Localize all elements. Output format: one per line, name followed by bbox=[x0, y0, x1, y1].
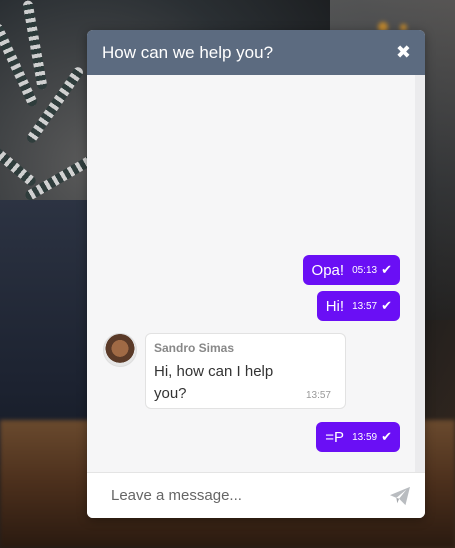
close-icon[interactable]: ✖ bbox=[396, 43, 411, 62]
chat-header: How can we help you? ✖ bbox=[87, 30, 425, 75]
chat-footer bbox=[87, 472, 425, 518]
chat-widget: How can we help you? ✖ Opa! 05:13 ✔ Hi! … bbox=[87, 30, 425, 518]
outgoing-message: Opa! 05:13 ✔ bbox=[302, 255, 400, 285]
message-input[interactable] bbox=[111, 487, 389, 504]
outgoing-message: =P 13:59 ✔ bbox=[316, 422, 400, 452]
message-time: 13:59 bbox=[352, 431, 378, 443]
message-list[interactable]: Opa! 05:13 ✔ Hi! 13:57 ✔ Sandro Simas Hi… bbox=[87, 75, 425, 472]
check-icon: ✔ bbox=[381, 298, 392, 314]
check-icon: ✔ bbox=[381, 429, 392, 445]
message-time: 13:57 bbox=[352, 300, 378, 312]
message-text: Opa! bbox=[311, 261, 345, 279]
sender-name: Sandro Simas bbox=[154, 341, 235, 355]
send-icon[interactable] bbox=[389, 486, 411, 506]
message-text: Hi! bbox=[325, 297, 345, 315]
message-text: =P bbox=[325, 428, 345, 446]
check-icon: ✔ bbox=[381, 262, 392, 278]
message-time: 13:57 bbox=[305, 390, 331, 401]
message-text: Hi, how can I help you? bbox=[154, 363, 274, 402]
chat-title: How can we help you? bbox=[102, 42, 274, 62]
avatar bbox=[103, 333, 137, 367]
message-time: 05:13 bbox=[352, 264, 378, 276]
incoming-message: Sandro Simas Hi, how can I help you? 13:… bbox=[145, 333, 346, 409]
outgoing-message: Hi! 13:57 ✔ bbox=[316, 291, 400, 321]
